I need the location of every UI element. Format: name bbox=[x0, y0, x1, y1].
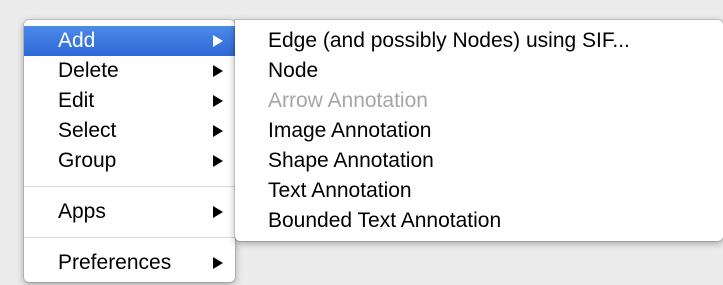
submenu-item-edge-sif[interactable]: Edge (and possibly Nodes) using SIF... bbox=[235, 26, 723, 56]
submenu-item-label: Text Annotation bbox=[268, 179, 412, 202]
submenu-item-bounded-text-annotation[interactable]: Bounded Text Annotation bbox=[235, 206, 723, 236]
menu-item-delete[interactable]: Delete bbox=[24, 56, 235, 86]
menu-item-label: Apps bbox=[58, 200, 106, 223]
submenu-arrow-icon bbox=[213, 155, 223, 167]
submenu-item-label: Bounded Text Annotation bbox=[268, 209, 502, 232]
menu-item-label: Delete bbox=[58, 59, 119, 82]
menu-separator bbox=[24, 186, 235, 187]
add-submenu: Edge (and possibly Nodes) using SIF... N… bbox=[235, 20, 723, 241]
submenu-item-label: Node bbox=[268, 59, 319, 82]
submenu-arrow-icon bbox=[213, 125, 223, 137]
submenu-item-shape-annotation[interactable]: Shape Annotation bbox=[235, 146, 723, 176]
submenu-arrow-icon bbox=[213, 65, 223, 77]
submenu-item-label: Image Annotation bbox=[268, 119, 432, 142]
menu-item-edit[interactable]: Edit bbox=[24, 86, 235, 116]
menu-item-group[interactable]: Group bbox=[24, 146, 235, 176]
submenu-arrow-icon bbox=[213, 206, 223, 218]
menu-item-preferences[interactable]: Preferences bbox=[24, 248, 235, 278]
submenu-item-node[interactable]: Node bbox=[235, 56, 723, 86]
submenu-arrow-icon bbox=[213, 35, 223, 47]
menu-separator bbox=[24, 237, 235, 238]
submenu-item-label: Shape Annotation bbox=[268, 149, 434, 172]
menu-item-label: Add bbox=[58, 29, 96, 52]
submenu-item-text-annotation[interactable]: Text Annotation bbox=[235, 176, 723, 206]
submenu-item-arrow-annotation: Arrow Annotation bbox=[235, 86, 723, 116]
menu-item-label: Preferences bbox=[58, 251, 172, 274]
menu-item-select[interactable]: Select bbox=[24, 116, 235, 146]
context-menu: Add Delete Edit Select Group Apps Prefer… bbox=[24, 20, 235, 282]
menu-item-label: Group bbox=[58, 149, 117, 172]
menu-item-add[interactable]: Add bbox=[24, 26, 235, 56]
submenu-item-label: Edge (and possibly Nodes) using SIF... bbox=[268, 29, 630, 52]
submenu-item-image-annotation[interactable]: Image Annotation bbox=[235, 116, 723, 146]
submenu-arrow-icon bbox=[213, 257, 223, 269]
menu-item-apps[interactable]: Apps bbox=[24, 197, 235, 227]
submenu-arrow-icon bbox=[213, 95, 223, 107]
menu-item-label: Edit bbox=[58, 89, 95, 112]
menu-item-label: Select bbox=[58, 119, 117, 142]
submenu-item-label: Arrow Annotation bbox=[268, 89, 428, 112]
